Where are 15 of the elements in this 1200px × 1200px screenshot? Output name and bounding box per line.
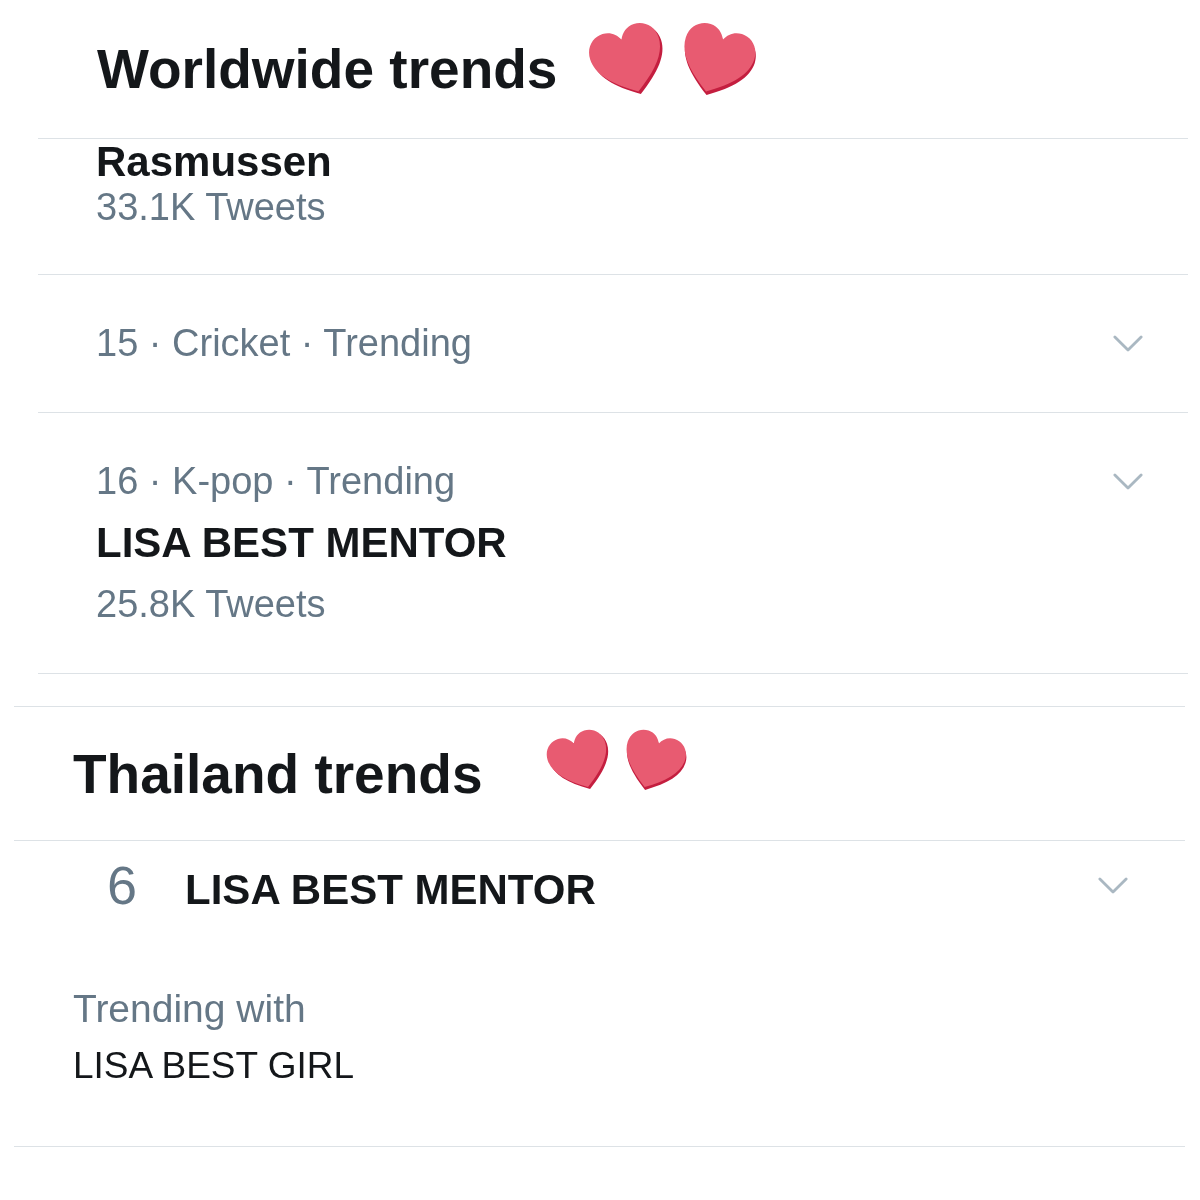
chevron-icon[interactable] [1113,334,1143,352]
section-title: Worldwide trends [97,37,558,101]
section-title: Thailand trends [73,741,483,806]
tweet-count: 33.1K Tweets [96,185,327,229]
trending-with-label: Trending with [73,986,307,1032]
trend-context: 16 · K-pop · Trending [96,459,456,503]
rank-number: 6 [107,855,138,915]
trend-name: Rasmussen [96,139,333,185]
trend-name: LISA BEST MENTOR [96,520,508,566]
trend-name: LISA BEST MENTOR [185,866,596,914]
tweet-count: 25.8K Tweets [96,582,327,626]
chevron-icon[interactable] [1098,876,1128,894]
trend-context: 15 · Cricket · Trending [96,321,472,365]
related-trend: LISA BEST GIRL [73,1044,356,1088]
chevron-icon[interactable] [1113,472,1143,490]
